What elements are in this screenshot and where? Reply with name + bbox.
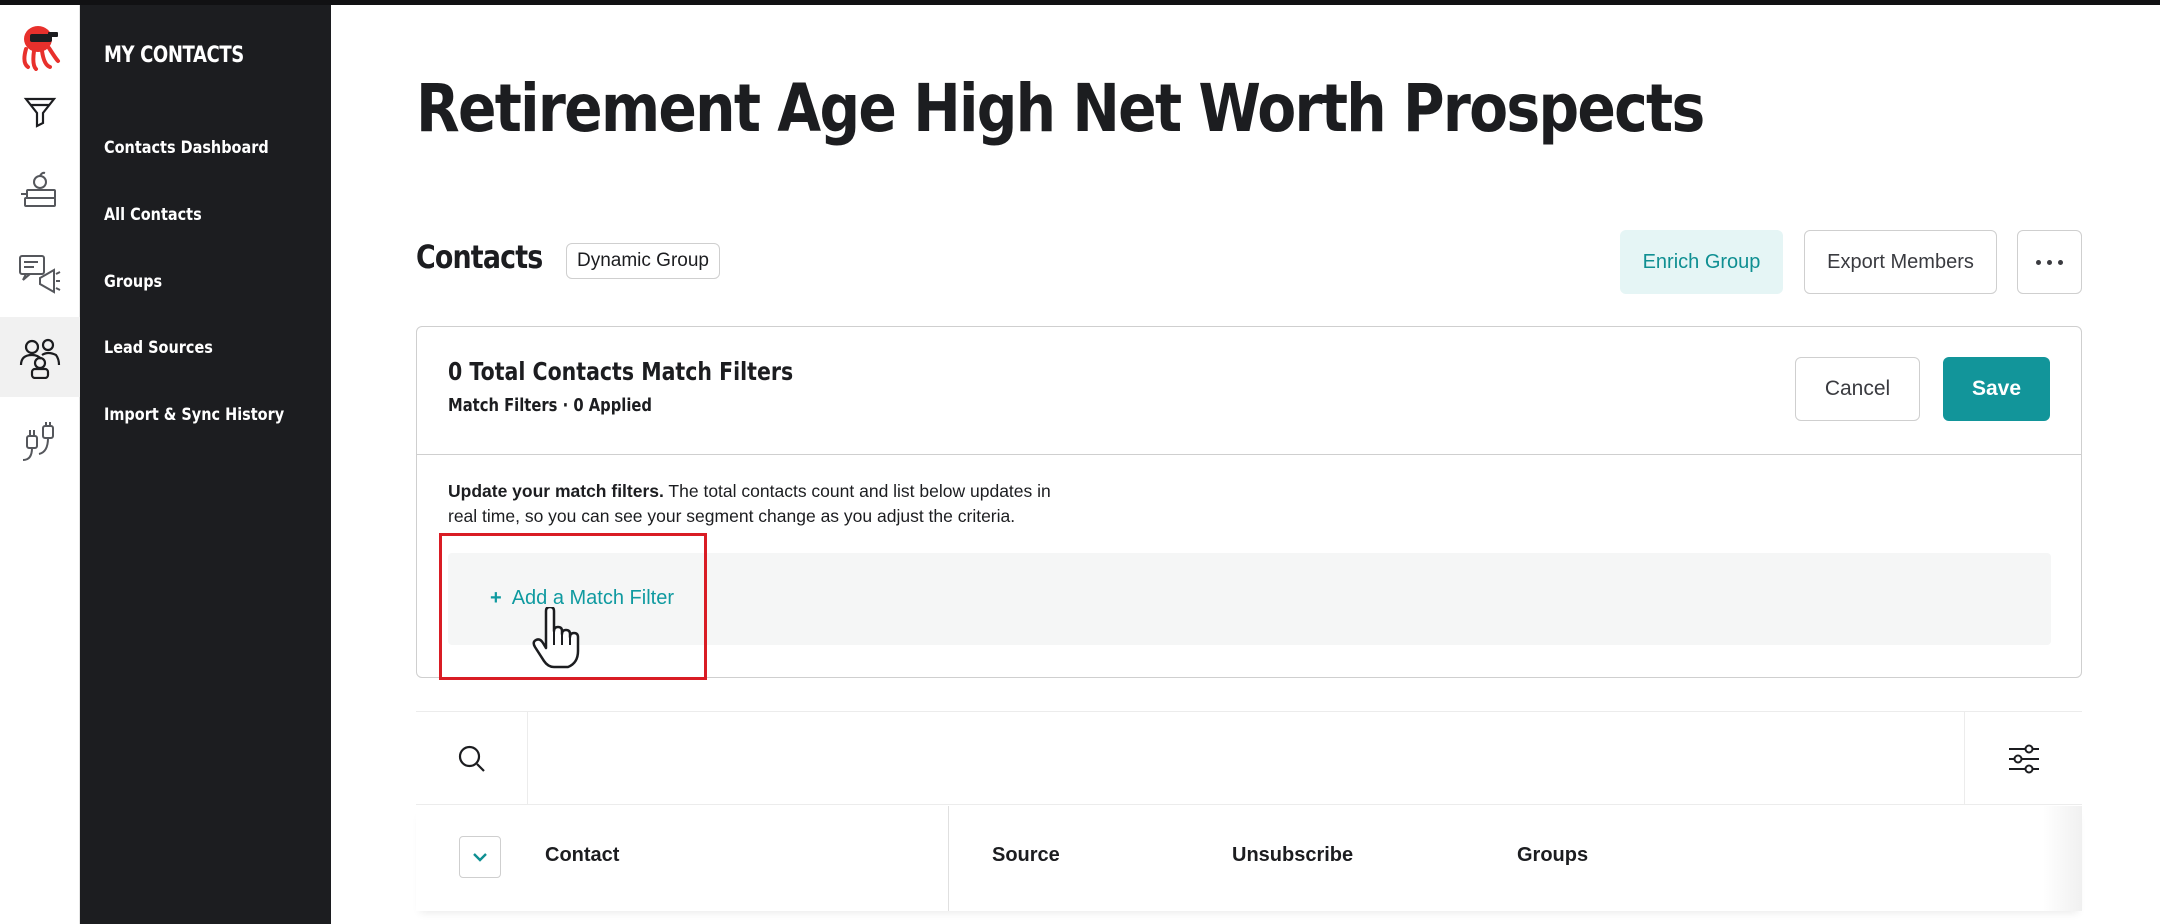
books-icon[interactable] bbox=[0, 159, 80, 223]
contacts-search-bar bbox=[416, 711, 2082, 805]
match-filters-description: Update your match filters. The total con… bbox=[448, 479, 1068, 529]
search-icon bbox=[458, 745, 485, 772]
column-divider bbox=[948, 806, 949, 911]
search-input[interactable] bbox=[529, 712, 1979, 805]
nav-title: MY CONTACTS bbox=[104, 43, 244, 68]
nav-panel: MY CONTACTS Contacts Dashboard All Conta… bbox=[80, 5, 331, 924]
integrations-icon[interactable] bbox=[0, 410, 80, 474]
icon-rail bbox=[0, 5, 80, 924]
hand-pointer-icon bbox=[532, 605, 584, 674]
search-button[interactable] bbox=[416, 712, 528, 805]
contacts-table-header: Contact Source Unsubscribe Groups bbox=[416, 806, 2082, 911]
dynamic-group-badge: Dynamic Group bbox=[566, 243, 720, 279]
octopus-logo-icon[interactable] bbox=[0, 15, 80, 79]
column-header-source[interactable]: Source bbox=[992, 844, 1060, 867]
sliders-icon bbox=[2008, 744, 2039, 773]
column-header-contact[interactable]: Contact bbox=[545, 844, 619, 867]
nav-item-contacts-dashboard[interactable]: Contacts Dashboard bbox=[104, 138, 269, 158]
column-header-unsubscribe[interactable]: Unsubscribe bbox=[1232, 844, 1353, 867]
export-members-button[interactable]: Export Members bbox=[1804, 230, 1997, 294]
more-dots-icon bbox=[2036, 259, 2063, 265]
chevron-down-icon bbox=[473, 853, 487, 862]
contacts-icon[interactable] bbox=[0, 317, 80, 397]
more-options-button[interactable] bbox=[2017, 230, 2082, 294]
contacts-section-title: Contacts bbox=[416, 238, 543, 276]
funnel-icon[interactable] bbox=[0, 79, 80, 143]
nav-item-groups[interactable]: Groups bbox=[104, 272, 162, 292]
select-all-dropdown[interactable] bbox=[459, 836, 501, 878]
cancel-button[interactable]: Cancel bbox=[1795, 357, 1920, 421]
total-contacts-match-title: 0 Total Contacts Match Filters bbox=[448, 357, 794, 386]
description-bold: Update your match filters. bbox=[448, 481, 664, 501]
column-settings-button[interactable] bbox=[1964, 712, 2082, 805]
save-button[interactable]: Save bbox=[1943, 357, 2050, 421]
nav-item-import-sync-history[interactable]: Import & Sync History bbox=[104, 405, 284, 425]
match-filters-applied-subtitle: Match Filters · 0 Applied bbox=[448, 395, 652, 416]
column-header-groups[interactable]: Groups bbox=[1517, 844, 1588, 867]
match-filters-header: 0 Total Contacts Match Filters Match Fil… bbox=[417, 327, 2081, 455]
enrich-group-button[interactable]: Enrich Group bbox=[1620, 230, 1783, 294]
megaphone-icon[interactable] bbox=[0, 242, 80, 306]
nav-item-lead-sources[interactable]: Lead Sources bbox=[104, 338, 213, 358]
page-title: Retirement Age High Net Worth Prospects bbox=[416, 70, 1705, 147]
nav-item-all-contacts[interactable]: All Contacts bbox=[104, 205, 202, 225]
